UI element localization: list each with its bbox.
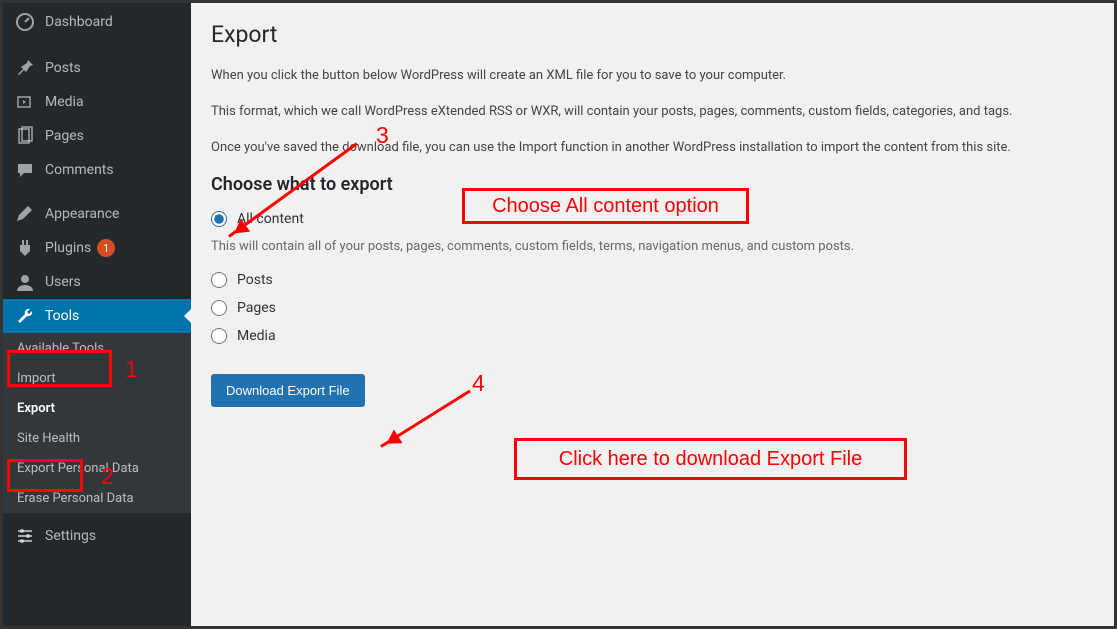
radio-pages[interactable] <box>211 300 227 316</box>
dashboard-icon <box>15 12 35 32</box>
pages-icon <box>15 126 35 146</box>
plugins-update-badge: 1 <box>97 239 115 257</box>
page-title: Export <box>211 21 1094 48</box>
sidebar-item-media[interactable]: Media <box>3 85 191 119</box>
tools-sub-export[interactable]: Export <box>3 393 191 423</box>
radio-posts[interactable] <box>211 272 227 288</box>
radio-label: Media <box>237 328 276 344</box>
annotation-number-1: 1 <box>125 356 138 383</box>
sidebar-item-label: Media <box>45 94 84 110</box>
sidebar-item-tools[interactable]: Tools <box>3 299 191 333</box>
export-intro-1: When you click the button below WordPres… <box>211 66 1094 86</box>
annotation-box-export <box>7 459 83 492</box>
sidebar-item-label: Settings <box>45 528 96 544</box>
export-intro-2: This format, which we call WordPress eXt… <box>211 102 1094 122</box>
settings-icon <box>15 526 35 546</box>
sidebar-item-dashboard[interactable]: Dashboard <box>3 3 191 41</box>
wp-admin-export-screen: Dashboard Posts Media Pages Comments App… <box>0 0 1117 629</box>
appearance-icon <box>15 204 35 224</box>
tools-sub-sitehealth[interactable]: Site Health <box>3 423 191 453</box>
sidebar-item-settings[interactable]: Settings <box>3 519 191 553</box>
sidebar-item-pages[interactable]: Pages <box>3 119 191 153</box>
pushpin-icon <box>15 58 35 78</box>
all-content-description: This will contain all of your posts, pag… <box>211 239 1094 254</box>
annotation-text-choose: Choose All content option <box>492 195 719 218</box>
sidebar-item-label: Posts <box>45 60 81 76</box>
media-icon <box>15 92 35 112</box>
annotation-box-download: Click here to download Export File <box>514 438 907 480</box>
annotation-box-tools <box>7 350 112 387</box>
radio-label: Posts <box>237 272 273 288</box>
annotation-number-4: 4 <box>472 370 485 397</box>
sidebar-item-label: Comments <box>45 162 114 178</box>
sidebar-item-comments[interactable]: Comments <box>3 153 191 187</box>
main-content: Export When you click the button below W… <box>191 3 1114 626</box>
tools-icon <box>15 306 35 326</box>
annotation-text-download: Click here to download Export File <box>559 448 862 471</box>
export-option-media[interactable]: Media <box>211 328 1094 344</box>
users-icon <box>15 272 35 292</box>
radio-media[interactable] <box>211 328 227 344</box>
sidebar-item-label: Pages <box>45 128 84 144</box>
export-intro-3: Once you've saved the download file, you… <box>211 138 1094 158</box>
radio-label: Pages <box>237 300 276 316</box>
sidebar-item-label: Dashboard <box>45 14 113 30</box>
admin-sidebar: Dashboard Posts Media Pages Comments App… <box>3 3 191 626</box>
sidebar-item-appearance[interactable]: Appearance <box>3 197 191 231</box>
sidebar-item-label: Tools <box>45 308 79 324</box>
export-option-posts[interactable]: Posts <box>211 272 1094 288</box>
comments-icon <box>15 160 35 180</box>
sidebar-item-label: Users <box>45 274 81 290</box>
sidebar-item-label: Appearance <box>45 206 119 222</box>
radio-all-content[interactable] <box>211 211 227 227</box>
sidebar-item-plugins[interactable]: Plugins 1 <box>3 231 191 265</box>
annotation-number-3: 3 <box>376 122 389 149</box>
annotation-box-choose: Choose All content option <box>462 188 749 224</box>
sidebar-item-label: Plugins <box>45 240 91 256</box>
export-option-pages[interactable]: Pages <box>211 300 1094 316</box>
download-export-button[interactable]: Download Export File <box>211 374 365 407</box>
sidebar-item-posts[interactable]: Posts <box>3 51 191 85</box>
annotation-number-2: 2 <box>101 463 114 490</box>
sidebar-item-users[interactable]: Users <box>3 265 191 299</box>
plugins-icon <box>15 238 35 258</box>
